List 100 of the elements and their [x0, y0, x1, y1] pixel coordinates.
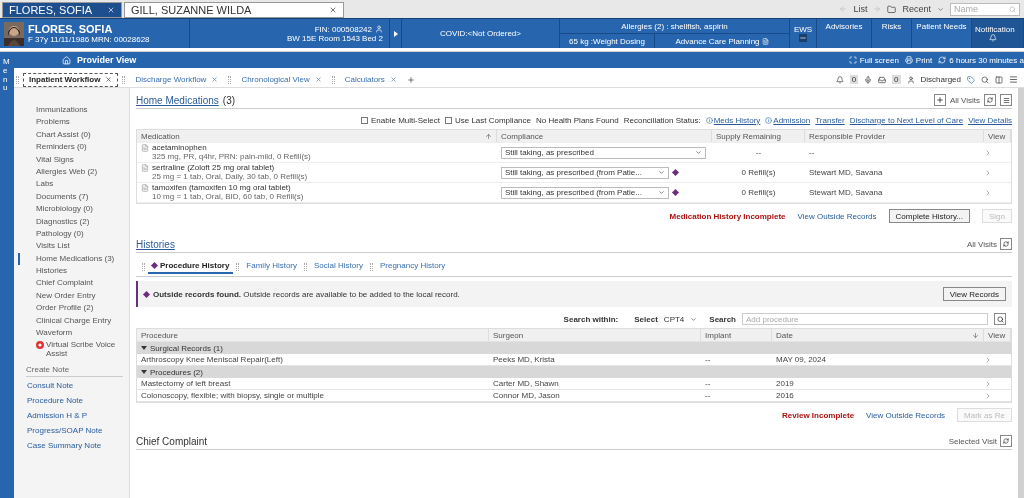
history-tab[interactable]: Procedure History [148, 259, 234, 274]
patient-tab[interactable]: GILL, SUZANNE WILDA [124, 2, 344, 18]
reconciliation-link[interactable]: View Details [968, 116, 1012, 125]
sidebar-item[interactable]: Labs [18, 178, 129, 191]
menu-strip[interactable]: Menu [0, 52, 14, 498]
view-chevron-icon[interactable] [984, 148, 992, 157]
column-header[interactable]: Responsible Provider [805, 130, 984, 142]
view-tab[interactable]: Calculators [338, 72, 403, 87]
add-button[interactable] [933, 94, 946, 106]
reconciliation-link[interactable]: Transfer [815, 116, 845, 125]
patient-needs-label[interactable]: Patient Needs [916, 22, 967, 31]
group-row[interactable]: Procedures (2) [137, 366, 1011, 378]
section-title[interactable]: Home Medications [136, 94, 219, 106]
sidebar-item[interactable]: Virtual Scribe Voice Assist [18, 339, 129, 361]
expand-triangle-icon[interactable] [141, 345, 147, 351]
view-chevron-icon[interactable] [984, 188, 992, 197]
view-tab[interactable]: Discharge Workflow [129, 72, 225, 87]
close-icon[interactable] [211, 76, 219, 83]
refresh-button[interactable]: 6 hours 30 minutes a [938, 55, 1024, 65]
compliance-dropdown[interactable]: Still taking, as prescribed [501, 146, 706, 159]
risks-label[interactable]: Risks [881, 22, 902, 31]
reconciliation-link[interactable]: Discharge to Next Level of Care [849, 116, 964, 125]
sidebar-item[interactable]: Documents (7) [18, 190, 129, 204]
recent-dropdown[interactable]: Recent [902, 4, 931, 14]
sidebar-item[interactable]: New Order Entry [18, 289, 129, 303]
bell-icon[interactable] [835, 75, 844, 84]
checkbox[interactable] [361, 117, 368, 124]
view-outside-records-link[interactable]: View Outside Records [866, 410, 946, 420]
home-icon[interactable] [62, 55, 71, 65]
sidebar-item[interactable]: Histories [18, 265, 129, 278]
sidebar-item[interactable]: Reminders (0) [18, 141, 129, 154]
menu-icon[interactable] [1009, 75, 1018, 84]
column-header[interactable]: Implant [701, 329, 772, 341]
search-button[interactable] [994, 313, 1006, 325]
note-link[interactable]: Progress/SOAP Note [14, 423, 129, 439]
refresh-button[interactable] [1000, 435, 1012, 447]
list-link[interactable]: List [853, 4, 868, 14]
search-icon[interactable] [981, 75, 989, 84]
expand-triangle-icon[interactable] [141, 369, 147, 375]
column-header[interactable]: Procedure [137, 329, 489, 341]
tag-icon[interactable] [967, 75, 975, 84]
compliance-dropdown[interactable]: Still taking, as prescribed (from Patie... [501, 186, 669, 199]
sidebar-item[interactable]: Microbiology (0) [18, 203, 129, 216]
sidebar-item[interactable]: Allergies Web (2) [18, 165, 129, 179]
view-tab[interactable]: Inpatient Workflow [23, 72, 119, 87]
note-link[interactable]: Case Summary Note [14, 438, 129, 454]
column-header[interactable]: Medication [137, 130, 497, 142]
advisories-label[interactable]: Advisories [825, 22, 863, 31]
column-header[interactable]: Supply Remaining [712, 130, 805, 142]
expand-triangle-icon[interactable] [392, 30, 399, 37]
section-title[interactable]: Histories [136, 238, 175, 250]
full-screen-button[interactable]: Full screen [848, 55, 899, 65]
reconciliation-link[interactable]: Meds History [713, 116, 761, 125]
note-link[interactable]: Admission H & P [14, 408, 129, 424]
view-outside-records-link[interactable]: View Outside Records [797, 211, 877, 221]
caret-icon[interactable] [690, 315, 698, 323]
sidebar-item[interactable]: Vital Signs [18, 153, 129, 166]
reconciliation-link[interactable]: Admission [773, 116, 811, 125]
sidebar-item[interactable]: Chief Complaint [18, 277, 129, 290]
refresh-button[interactable] [984, 94, 996, 106]
sidebar-item[interactable]: Chart Assist (0) [18, 128, 129, 142]
action-button[interactable]: Complete History... [888, 209, 970, 223]
close-icon[interactable] [329, 6, 337, 14]
compliance-dropdown[interactable]: Still taking, as prescribed (from Patie... [501, 166, 669, 179]
print-button[interactable]: Print [904, 55, 933, 65]
column-header[interactable]: Date [772, 329, 984, 341]
sidebar-item[interactable]: Clinical Charge Entry [18, 314, 129, 328]
microphone-icon[interactable] [864, 75, 873, 84]
note-link[interactable]: Procedure Note [14, 393, 129, 409]
close-icon[interactable] [105, 76, 113, 83]
view-records-button[interactable]: View Records [942, 287, 1006, 301]
sidebar-item[interactable]: Diagnostics (2) [18, 215, 129, 228]
columns-icon[interactable] [995, 75, 1003, 84]
refresh-button[interactable] [1000, 238, 1012, 250]
add-tab-icon[interactable] [406, 75, 415, 84]
caret-icon[interactable] [937, 5, 944, 13]
history-tab[interactable]: Pregnancy History [375, 259, 450, 274]
sidebar-item[interactable]: Visits List [18, 240, 129, 253]
sidebar-item[interactable]: Home Medications (3) [18, 252, 129, 266]
column-header[interactable]: Surgeon [489, 329, 701, 341]
sidebar-item[interactable]: Order Profile (2) [18, 302, 129, 315]
column-header[interactable]: View [984, 329, 1011, 341]
checkbox[interactable] [444, 117, 452, 124]
menu-button[interactable] [1000, 94, 1012, 106]
group-row[interactable]: Surgical Records (1) [137, 342, 1011, 354]
history-tab[interactable]: Family History [242, 259, 302, 274]
sidebar-item[interactable]: Pathology (0) [18, 227, 129, 241]
inbox-icon[interactable] [878, 75, 887, 84]
view-chevron-icon[interactable] [984, 355, 992, 364]
history-tab[interactable]: Social History [310, 259, 367, 274]
close-icon[interactable] [389, 76, 397, 83]
note-link[interactable]: Consult Note [14, 378, 129, 394]
patient-tab[interactable]: FLORES, SOFIA [2, 2, 122, 18]
sidebar-item[interactable]: Immunizations [18, 104, 129, 117]
section-title[interactable]: Chief Complaint [136, 435, 208, 447]
view-chevron-icon[interactable] [984, 168, 992, 177]
advance-care-planning-link[interactable]: Advance Care Planning [675, 36, 760, 46]
sidebar-item[interactable]: Problems [18, 116, 129, 129]
column-header[interactable]: View [984, 130, 1011, 142]
view-tab[interactable]: Chronological View [235, 72, 328, 87]
